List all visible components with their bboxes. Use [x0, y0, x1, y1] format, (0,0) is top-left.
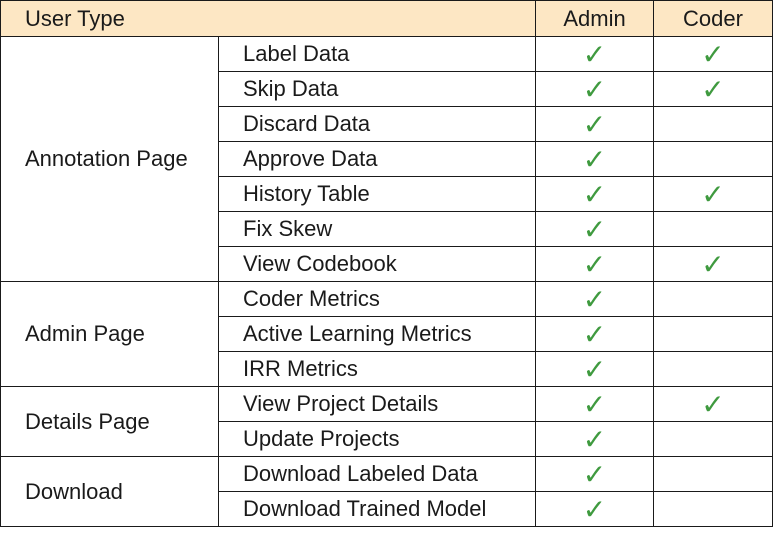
admin-permission-cell: ✓: [535, 456, 655, 492]
feature-label: History Table: [217, 176, 537, 212]
checkmark-icon: ✓: [582, 37, 607, 71]
coder-permission-cell: [653, 456, 774, 492]
checkmark-icon: ✓: [582, 177, 607, 211]
checkmark-icon: ✓: [701, 177, 725, 211]
checkmark-icon: ✓: [701, 72, 725, 106]
checkmark-icon: ✓: [582, 142, 607, 176]
feature-label: Update Projects: [217, 421, 537, 457]
feature-label: Approve Data: [217, 141, 537, 177]
coder-permission-cell: [653, 421, 774, 457]
coder-permission-cell: ✓: [653, 386, 774, 422]
checkmark-icon: ✓: [582, 247, 607, 281]
feature-label: IRR Metrics: [217, 351, 537, 387]
table-row: Download Download Labeled Data ✓: [0, 456, 774, 527]
feature-label: Label Data: [217, 36, 537, 72]
permissions-table: User Type Admin Coder Annotation Page Lab…: [0, 0, 774, 527]
coder-permission-cell: [653, 106, 774, 142]
header-user-type: User Type: [0, 0, 537, 37]
admin-permission-cell: ✓: [535, 421, 655, 457]
feature-label: Coder Metrics: [217, 281, 537, 317]
admin-permission-cell: ✓: [535, 281, 655, 317]
admin-permission-cell: ✓: [535, 246, 655, 282]
coder-permission-cell: [653, 491, 774, 527]
checkmark-icon: ✓: [582, 422, 607, 456]
checkmark-icon: ✓: [582, 387, 607, 421]
checkmark-icon: ✓: [582, 72, 607, 106]
table-row: Details Page View Project Details ✓ ✓: [0, 386, 774, 457]
feature-label: View Project Details: [217, 386, 537, 422]
admin-permission-cell: ✓: [535, 36, 655, 72]
admin-permission-cell: ✓: [535, 351, 655, 387]
coder-permission-cell: [653, 141, 774, 177]
table-body: Annotation Page Label Data ✓ ✓ Skip Data ✓ ✓ Di…: [0, 36, 774, 527]
table-header: User Type Admin Coder: [0, 0, 774, 37]
admin-permission-cell: ✓: [535, 211, 655, 247]
admin-permission-cell: ✓: [535, 141, 655, 177]
coder-permission-cell: ✓: [653, 36, 774, 72]
table-row: Admin Page Coder Metrics ✓: [0, 281, 774, 387]
admin-permission-cell: ✓: [535, 491, 655, 527]
feature-label: View Codebook: [217, 246, 537, 282]
admin-permission-cell: ✓: [535, 386, 655, 422]
coder-permission-cell: ✓: [653, 246, 774, 282]
header-row: User Type Admin Coder: [0, 0, 774, 37]
table-row: Annotation Page Label Data ✓ ✓: [0, 36, 774, 282]
coder-permission-cell: [653, 211, 774, 247]
feature-label: Fix Skew: [217, 211, 537, 247]
feature-label: Download Trained Model: [217, 491, 537, 527]
coder-permission-cell: [653, 351, 774, 387]
coder-permission-cell: [653, 281, 774, 317]
checkmark-icon: ✓: [701, 247, 725, 281]
header-coder: Coder: [653, 0, 774, 37]
admin-permission-cell: ✓: [535, 106, 655, 142]
checkmark-icon: ✓: [582, 457, 607, 491]
checkmark-icon: ✓: [582, 317, 607, 351]
checkmark-icon: ✓: [582, 212, 607, 246]
group-label: Admin Page: [0, 281, 219, 387]
group-label: Details Page: [0, 386, 219, 457]
feature-label: Download Labeled Data: [217, 456, 537, 492]
checkmark-icon: ✓: [582, 282, 607, 316]
checkmark-icon: ✓: [582, 492, 607, 526]
admin-permission-cell: ✓: [535, 71, 655, 107]
checkmark-icon: ✓: [582, 107, 607, 141]
admin-permission-cell: ✓: [535, 176, 655, 212]
coder-permission-cell: ✓: [653, 176, 774, 212]
group-label: Annotation Page: [0, 36, 219, 282]
checkmark-icon: ✓: [701, 387, 725, 421]
checkmark-icon: ✓: [701, 37, 725, 71]
coder-permission-cell: [653, 316, 774, 352]
header-admin: Admin: [535, 0, 655, 37]
feature-label: Active Learning Metrics: [217, 316, 537, 352]
feature-label: Discard Data: [217, 106, 537, 142]
admin-permission-cell: ✓: [535, 316, 655, 352]
group-label: Download: [0, 456, 219, 527]
feature-label: Skip Data: [217, 71, 537, 107]
coder-permission-cell: ✓: [653, 71, 774, 107]
checkmark-icon: ✓: [582, 352, 607, 386]
